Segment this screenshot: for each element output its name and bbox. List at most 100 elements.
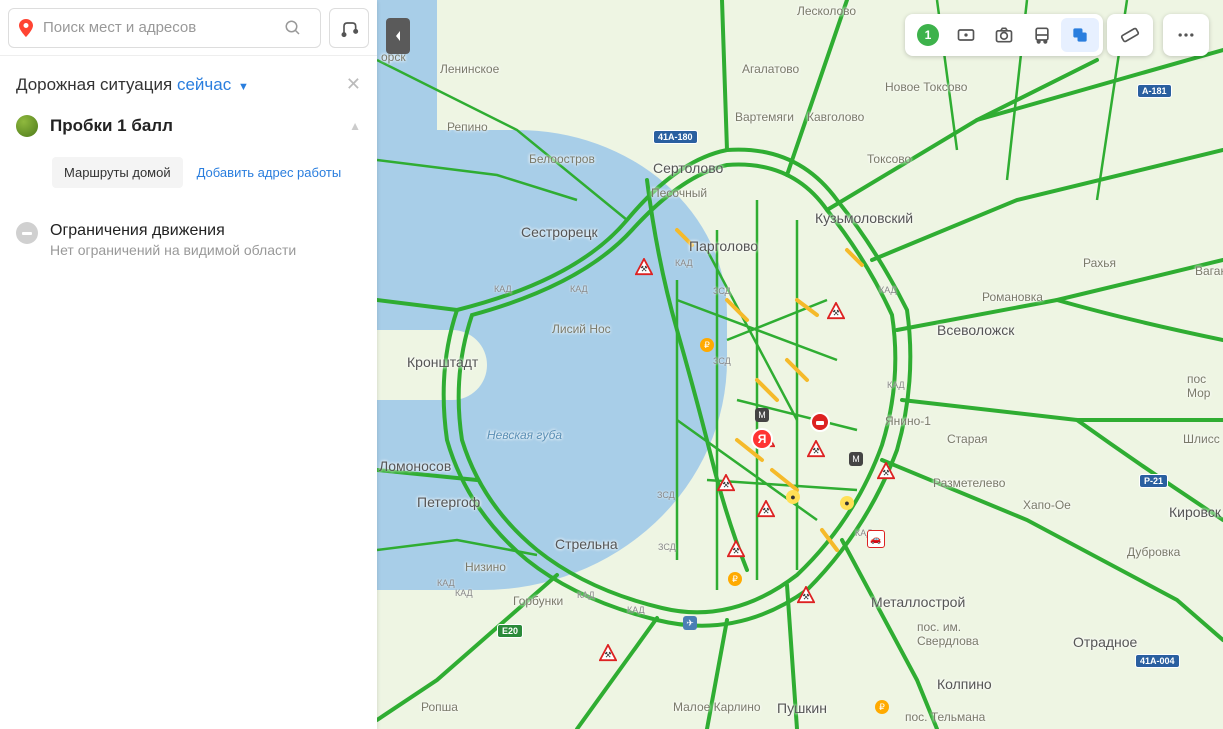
road-shield: Е20 xyxy=(497,624,523,638)
place-label: Всеволожск xyxy=(937,322,1014,338)
place-label: Рахья xyxy=(1083,256,1116,270)
place-label: Агалатово xyxy=(742,62,799,76)
traffic-toggle[interactable]: 1 xyxy=(909,18,947,52)
map-layers-toolbar: 1 xyxy=(905,14,1103,56)
place-label: Сестрорецк xyxy=(521,224,598,240)
traffic-dot-icon xyxy=(16,115,38,137)
place-label: Хапо-Ое xyxy=(1023,498,1071,512)
airport-icon[interactable]: ✈ xyxy=(683,616,697,630)
road-shield: А-181 xyxy=(1137,84,1172,98)
place-label: Петергоф xyxy=(417,494,480,510)
roadwork-icon[interactable]: ⚒ xyxy=(599,644,617,662)
place-label: Металлострой xyxy=(871,594,965,610)
road-closed-icon[interactable] xyxy=(810,412,830,432)
add-work-link[interactable]: Добавить адрес работы xyxy=(197,165,342,180)
place-label: Стрельна xyxy=(555,536,618,552)
svg-text:⚒: ⚒ xyxy=(640,265,647,274)
water-label: Невская губа xyxy=(487,428,562,442)
place-label: Репино xyxy=(447,120,488,134)
restrictions-row[interactable]: Ограничения движения Нет ограничений на … xyxy=(0,208,377,272)
place-label: Кавголово xyxy=(807,110,864,124)
svg-text:⚒: ⚒ xyxy=(812,447,819,456)
road-shield: 41А-004 xyxy=(1135,654,1180,668)
parking-icon[interactable]: ₽ xyxy=(700,338,714,352)
place-label: пос. им. Свердлова xyxy=(917,620,979,648)
place-label: Ленинское xyxy=(440,62,499,76)
place-label: Колпино xyxy=(937,676,992,692)
place-label: Низино xyxy=(465,560,506,574)
street-panorama-button[interactable] xyxy=(947,18,985,52)
roadwork-icon[interactable]: ⚒ xyxy=(827,302,845,320)
place-label: Горбунки xyxy=(513,594,563,608)
place-label: Лисий Нос xyxy=(552,322,611,336)
more-toolbar xyxy=(1163,14,1209,56)
measure-toolbar xyxy=(1107,14,1153,56)
layers-button[interactable] xyxy=(1061,18,1099,52)
metro-icon[interactable]: M xyxy=(755,408,769,422)
collapse-sidebar-button[interactable] xyxy=(386,18,410,54)
place-label: Янино-1 xyxy=(885,414,931,428)
camera-icon[interactable]: ● xyxy=(840,496,854,510)
accident-icon[interactable]: 🚗 xyxy=(867,530,885,548)
transport-button[interactable] xyxy=(1023,18,1061,52)
roadwork-icon[interactable]: ⚒ xyxy=(635,258,653,276)
place-label: Кронштадт xyxy=(407,354,478,370)
traffic-score-label: Пробки 1 балл xyxy=(50,116,349,136)
svg-text:⚒: ⚒ xyxy=(882,469,889,478)
place-label: Токсово xyxy=(867,152,911,166)
quick-buttons: Маршруты домой Добавить адрес работы xyxy=(0,145,377,208)
camera-icon[interactable]: ● xyxy=(786,490,800,504)
time-selector[interactable]: сейчас ▼ xyxy=(177,75,249,94)
place-label: Старая xyxy=(947,432,988,446)
roadwork-icon[interactable]: ⚒ xyxy=(797,586,815,604)
parking-icon[interactable]: ₽ xyxy=(728,572,742,586)
close-icon[interactable]: ✕ xyxy=(346,74,361,95)
svg-text:⚒: ⚒ xyxy=(604,651,611,660)
place-label: Отрадное xyxy=(1073,634,1137,650)
roadwork-icon[interactable]: ⚒ xyxy=(727,540,745,558)
map-canvas[interactable]: Лесколово Ленинское Агалатово Новое Токс… xyxy=(377,0,1223,729)
roadwork-icon[interactable]: ⚒ xyxy=(717,474,735,492)
yandex-marker[interactable]: Я xyxy=(751,428,773,450)
metro-icon[interactable]: M xyxy=(849,452,863,466)
place-label: Разметелево xyxy=(933,476,1005,490)
svg-text:⚒: ⚒ xyxy=(732,547,739,556)
roadwork-icon[interactable]: ⚒ xyxy=(757,500,775,518)
photos-button[interactable] xyxy=(985,18,1023,52)
place-label: Белоостров xyxy=(529,152,595,166)
place-label: Ваган xyxy=(1195,264,1223,278)
svg-text:⚒: ⚒ xyxy=(832,309,839,318)
place-label: Вартемяги xyxy=(735,110,794,124)
place-label: Парголово xyxy=(689,238,758,254)
place-label: Сертолово xyxy=(653,160,723,176)
place-label: Песочный xyxy=(651,186,707,200)
place-label: Малое Карлино xyxy=(673,700,761,714)
place-label: пос Мор xyxy=(1187,372,1210,400)
place-label: Пушкин xyxy=(777,700,827,716)
traffic-score-row[interactable]: Пробки 1 балл ▲ xyxy=(0,107,377,145)
search-input[interactable] xyxy=(43,19,276,36)
road-network xyxy=(377,0,1223,729)
sidebar: Дорожная ситуация сейчас ▼ ✕ Пробки 1 ба… xyxy=(0,0,377,729)
roadwork-icon[interactable]: ⚒ xyxy=(877,462,895,480)
svg-text:⚒: ⚒ xyxy=(722,481,729,490)
place-label: Кировск xyxy=(1169,504,1221,520)
place-label: Дубровка xyxy=(1127,545,1180,559)
search-button[interactable] xyxy=(276,11,310,45)
road-shield: Р-21 xyxy=(1139,474,1168,488)
restrictions-title: Ограничения движения xyxy=(50,222,296,240)
ruler-button[interactable] xyxy=(1111,18,1149,52)
svg-text:⚒: ⚒ xyxy=(762,507,769,516)
restrictions-subtitle: Нет ограничений на видимой области xyxy=(50,242,296,258)
more-button[interactable] xyxy=(1167,18,1205,52)
traffic-section-header: Дорожная ситуация сейчас ▼ ✕ xyxy=(0,56,377,107)
chevron-up-icon: ▲ xyxy=(349,119,361,133)
search-box[interactable] xyxy=(8,8,321,48)
place-label: Новое Токсово xyxy=(885,80,967,94)
home-route-button[interactable]: Маршруты домой xyxy=(52,157,183,188)
roadwork-icon[interactable]: ⚒ xyxy=(807,440,825,458)
parking-icon[interactable]: ₽ xyxy=(875,700,889,714)
place-label: Ропша xyxy=(421,700,458,714)
restriction-icon xyxy=(16,222,38,244)
route-button[interactable] xyxy=(329,8,369,48)
